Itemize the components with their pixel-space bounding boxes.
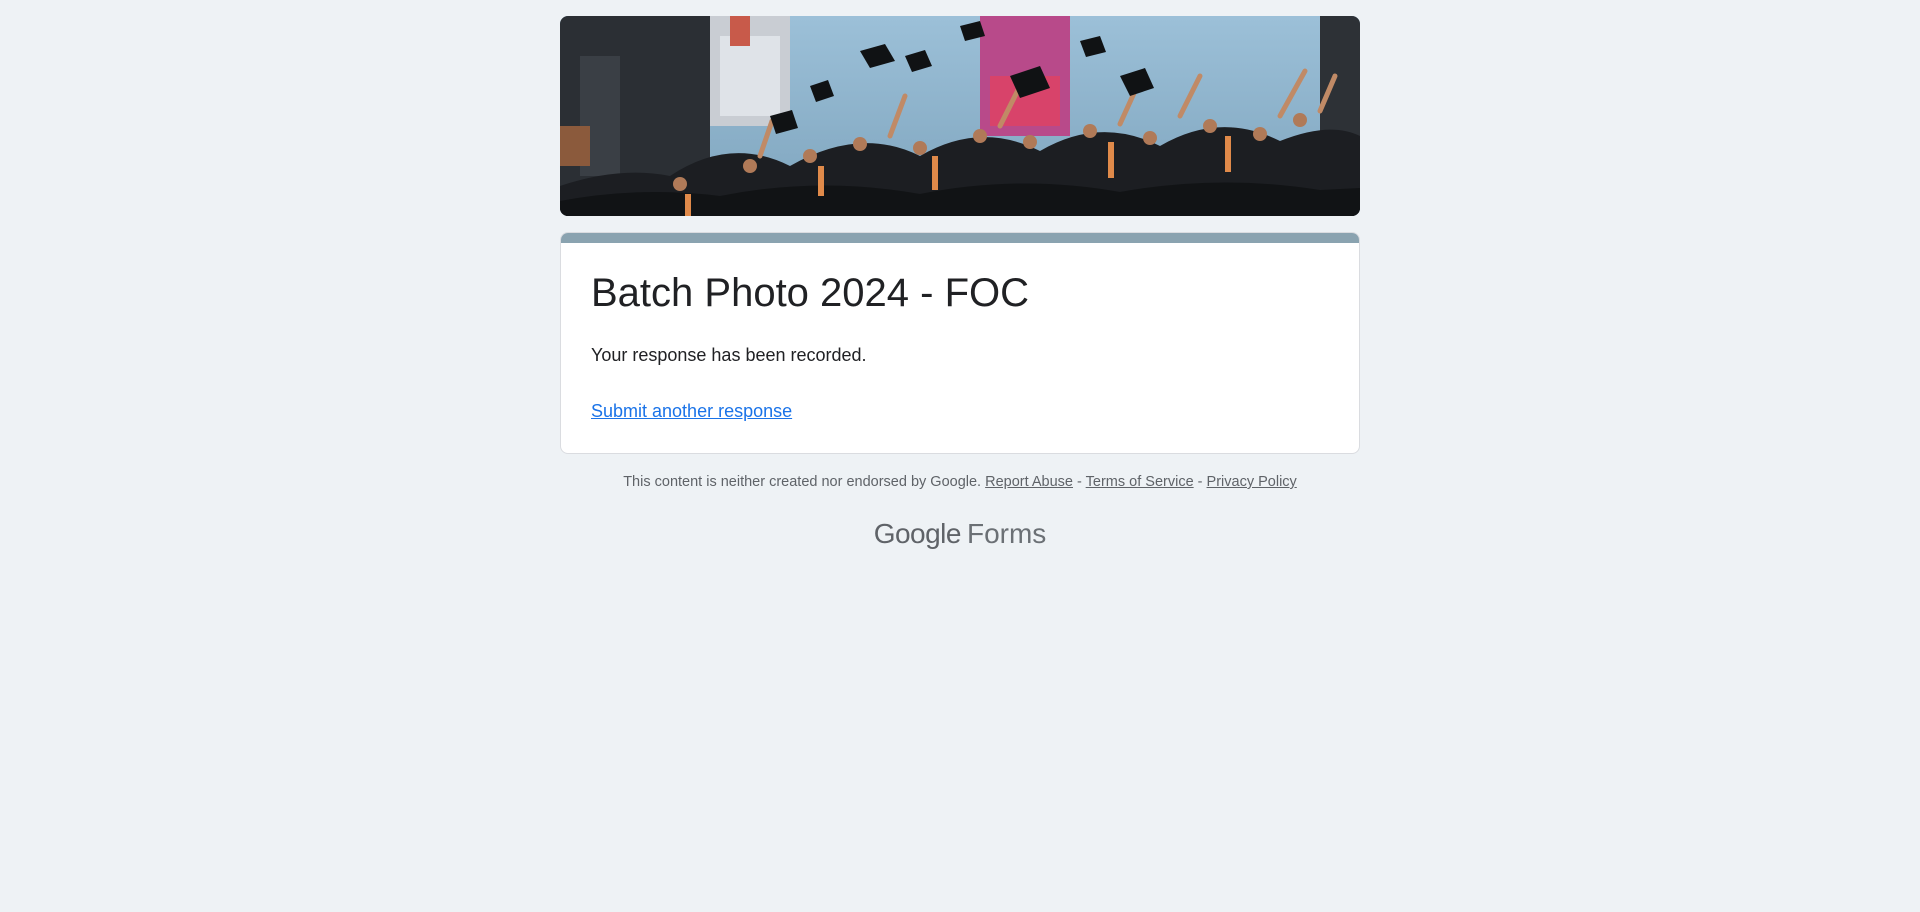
separator: - <box>1197 474 1203 490</box>
form-title: Batch Photo 2024 - FOC <box>591 271 1030 315</box>
google-wordmark: Google <box>873 518 962 549</box>
terms-of-service-link[interactable]: Terms of Service <box>1086 474 1194 490</box>
disclaimer-text: This content is neither created nor endo… <box>623 474 982 490</box>
card-body: Batch Photo 2024 - FOC Your response has… <box>561 243 1359 453</box>
report-abuse-link[interactable]: Report Abuse <box>985 474 1073 490</box>
submit-another-response-link[interactable]: Submit another response <box>591 399 792 423</box>
google-forms-logo[interactable]: Google Forms <box>560 518 1360 550</box>
confirmation-card: Batch Photo 2024 - FOC Your response has… <box>560 232 1360 454</box>
forms-wordmark: Forms <box>966 518 1047 549</box>
confirmation-message: Your response has been recorded. <box>591 345 867 365</box>
privacy-policy-link[interactable]: Privacy Policy <box>1207 474 1297 490</box>
header-banner-image <box>560 16 1360 216</box>
separator: - <box>1077 474 1082 490</box>
form-page: Batch Photo 2024 - FOC Your response has… <box>560 16 1360 550</box>
card-accent-bar <box>561 233 1359 243</box>
footer-disclaimer: This content is neither created nor endo… <box>560 474 1360 490</box>
